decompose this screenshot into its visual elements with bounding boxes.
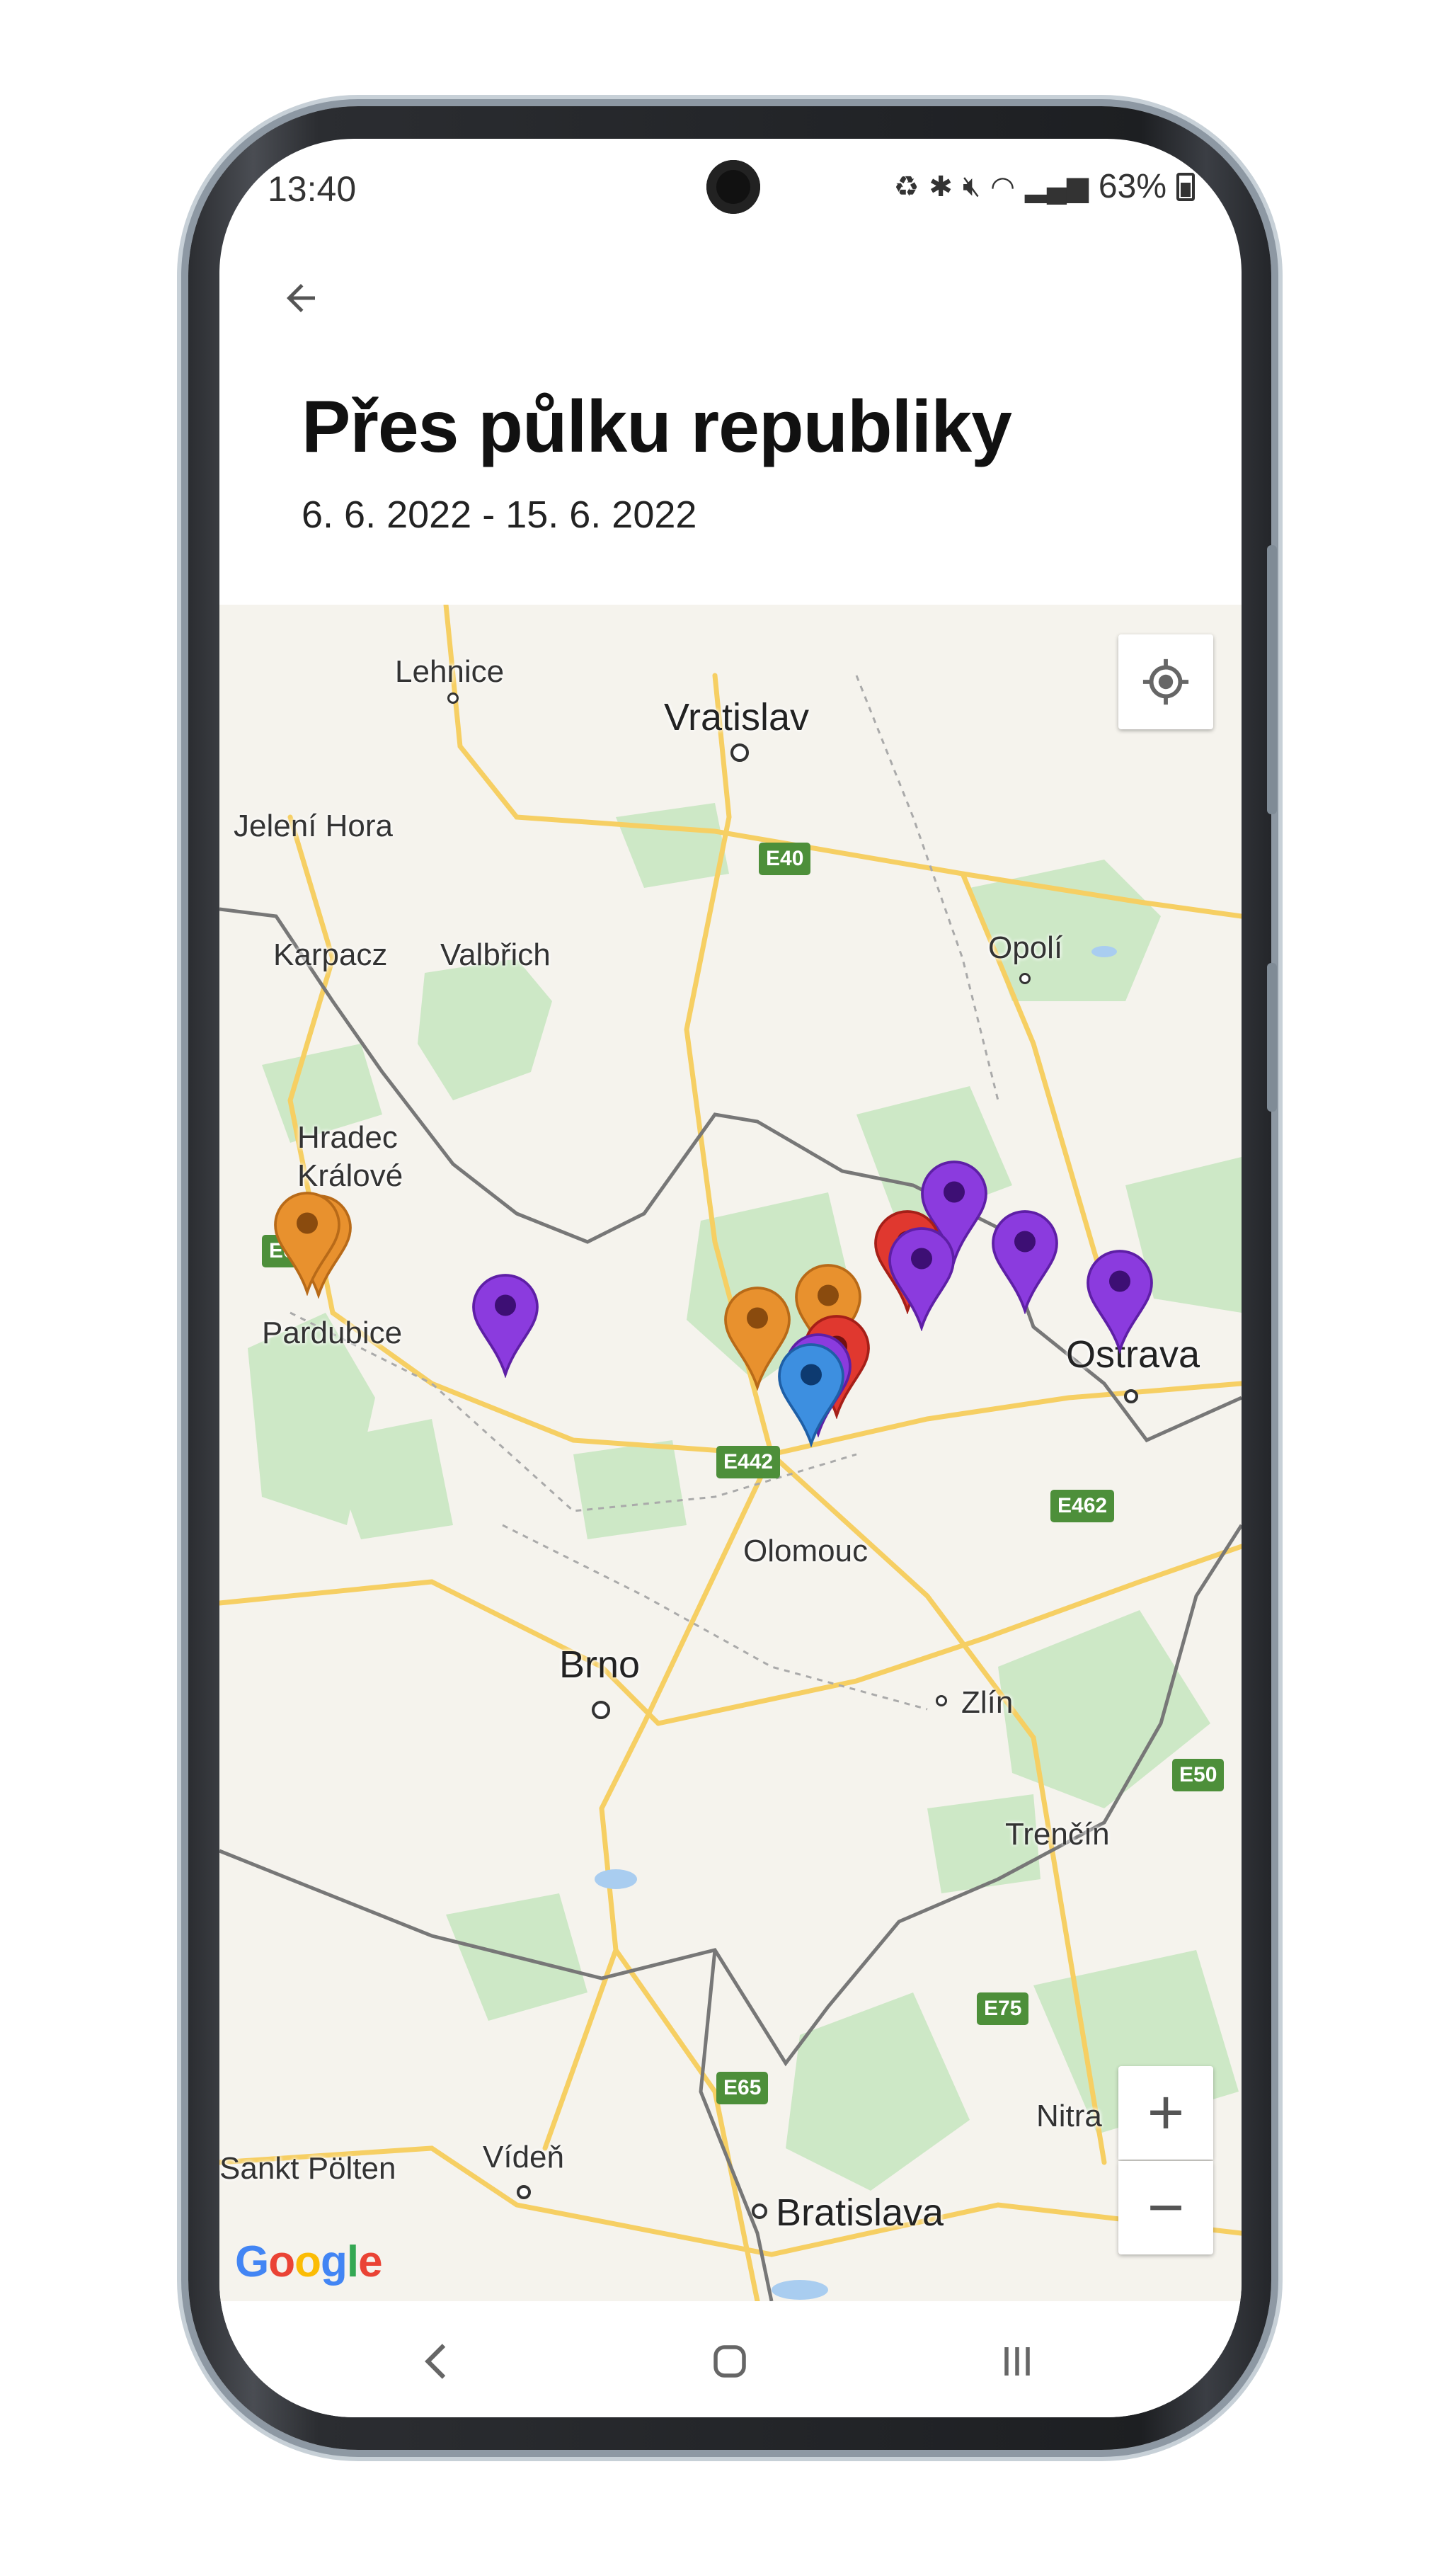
city-dot-vratislav xyxy=(730,743,749,762)
page-title: Přes půlku republiky xyxy=(302,386,1012,468)
recents-icon xyxy=(1004,2347,1030,2376)
city-label-jeleni-hora: Jelení Hora xyxy=(234,809,394,843)
city-label-viden: Vídeň xyxy=(483,2140,564,2174)
crosshair-icon xyxy=(1142,658,1189,705)
status-time: 13:40 xyxy=(268,169,357,209)
city-label-zlin: Zlín xyxy=(961,1685,1014,1720)
city-dot-opoli xyxy=(1019,973,1031,984)
city-dot-ostrava xyxy=(1124,1389,1138,1403)
marker-orange-pardubice[interactable] xyxy=(272,1190,343,1296)
minus-icon: − xyxy=(1147,2172,1185,2243)
front-camera xyxy=(706,160,760,214)
city-dot-bratislava xyxy=(752,2203,767,2219)
home-icon xyxy=(713,2345,746,2378)
road-shield-e442: E442 xyxy=(716,1446,781,1478)
city-dot-brno xyxy=(592,1701,610,1719)
zoom-out-button[interactable]: − xyxy=(1118,2161,1213,2254)
city-dot-viden xyxy=(517,2185,531,2199)
marker-purple-3[interactable] xyxy=(886,1225,957,1331)
city-label-sankt-polten: Sankt Pölten xyxy=(219,2151,396,2186)
battery-percent: 63% xyxy=(1098,168,1166,205)
marker-purple-1[interactable] xyxy=(470,1272,541,1378)
road-shield-e65: E65 xyxy=(716,2072,769,2104)
google-logo: Google xyxy=(235,2237,383,2286)
road-shield-e75: E75 xyxy=(977,1992,1029,2025)
city-label-karpacz: Karpacz xyxy=(273,937,388,972)
status-bar: 13:40 ♻ ✱ 🔇︎ ◠ ▂▄▆ 63% xyxy=(219,139,1242,238)
nav-recents-button[interactable] xyxy=(985,2330,1049,2393)
city-label-pardubice: Pardubice xyxy=(262,1316,403,1350)
city-label-hradec: Hradec xyxy=(297,1120,398,1155)
city-dot-zlin xyxy=(936,1695,947,1706)
marker-blue-olomouc[interactable] xyxy=(776,1341,847,1447)
road-shield-e40: E40 xyxy=(759,843,811,875)
plus-icon: + xyxy=(1147,2077,1185,2148)
back-button[interactable] xyxy=(269,266,333,330)
map-view[interactable]: Lehnice Vratislav Jelení Hora Karpacz Va… xyxy=(219,605,1242,2301)
nav-back-button[interactable] xyxy=(405,2330,469,2393)
bluetooth-icon: ✱ xyxy=(929,171,953,203)
city-label-bratislava: Bratislava xyxy=(776,2191,944,2234)
chevron-left-icon xyxy=(425,2344,446,2379)
city-label-kralove: Králové xyxy=(297,1158,403,1193)
system-nav-bar xyxy=(219,2301,1242,2417)
battery-icon xyxy=(1176,172,1195,201)
my-location-button[interactable] xyxy=(1118,634,1213,729)
road-shield-e462: E462 xyxy=(1050,1490,1115,1522)
battery-saver-icon: ♻ xyxy=(893,171,919,203)
city-label-vratislav: Vratislav xyxy=(664,696,810,739)
marker-purple-ostrava[interactable] xyxy=(1084,1248,1155,1354)
marker-purple-4[interactable] xyxy=(990,1208,1060,1314)
wifi-icon: ◠ xyxy=(990,171,1016,203)
mute-icon: 🔇︎ xyxy=(962,171,981,202)
arrow-left-icon xyxy=(287,284,315,312)
city-label-olomouc: Olomouc xyxy=(743,1534,869,1568)
city-dot-lehnice xyxy=(447,692,459,704)
signal-icon: ▂▄▆ xyxy=(1025,171,1089,203)
city-label-brno: Brno xyxy=(559,1643,641,1686)
volume-button xyxy=(1267,545,1277,814)
zoom-in-button[interactable]: + xyxy=(1118,2066,1213,2160)
power-button xyxy=(1267,963,1277,1112)
city-label-opoli: Opolí xyxy=(988,930,1063,965)
road-shield-e50: E50 xyxy=(1172,1759,1225,1791)
status-icons: ♻ ✱ 🔇︎ ◠ ▂▄▆ 63% xyxy=(894,167,1195,206)
trip-dates: 6. 6. 2022 - 15. 6. 2022 xyxy=(302,494,697,536)
screen: 13:40 ♻ ✱ 🔇︎ ◠ ▂▄▆ 63% Přes půlku republ… xyxy=(219,139,1242,2417)
city-label-trencin: Trenčín xyxy=(1005,1817,1110,1852)
nav-home-button[interactable] xyxy=(698,2330,762,2393)
city-label-valbrich: Valbřich xyxy=(440,937,551,972)
city-label-nitra: Nitra xyxy=(1036,2099,1102,2133)
city-label-lehnice: Lehnice xyxy=(395,654,505,689)
